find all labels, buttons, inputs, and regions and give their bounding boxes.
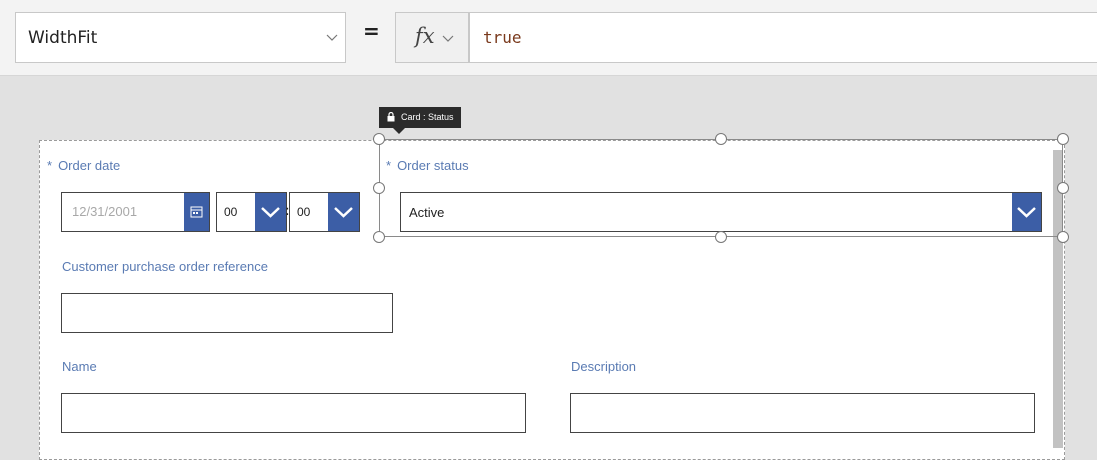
resize-handle-left[interactable] [373,182,385,194]
name-label: Name [62,359,97,374]
form-scrollbar[interactable] [1053,150,1063,448]
formula-text: true [483,28,522,47]
chevron-down-icon [1017,207,1036,218]
description-input[interactable] [570,393,1035,433]
order-date-label-text: Order date [58,158,121,173]
chevron-down-icon [261,207,280,218]
order-status-value: Active [409,205,445,220]
hour-dropdown[interactable]: 00 [216,192,287,232]
fx-button[interactable]: fx [395,12,469,63]
formula-bar: WidthFit = fx true [0,0,1097,76]
chevron-down-icon [442,35,454,42]
minute-value: 00 [297,205,311,219]
minute-dropdown-button[interactable] [328,193,359,231]
order-status-dropdown-button[interactable] [1012,193,1041,231]
formula-input[interactable]: true [469,12,1097,63]
resize-handle-top[interactable] [715,133,727,145]
resize-handle-bottom-right[interactable] [1057,231,1069,243]
customer-po-input[interactable] [61,293,393,333]
hour-value: 00 [224,205,238,219]
fx-icon: fx [415,24,435,48]
lock-icon [387,112,395,122]
calendar-button[interactable] [184,193,209,231]
description-label: Description [571,359,637,374]
calendar-icon [190,206,203,218]
name-input[interactable] [61,393,526,433]
date-placeholder: 12/31/2001 [72,204,138,219]
order-status-dropdown[interactable]: Active [400,192,1042,232]
resize-handle-bottom-left[interactable] [373,231,385,243]
card-tooltip: Card : Status [379,107,461,134]
order-status-label: * Order status [386,158,469,173]
required-marker: * [47,158,53,173]
minute-dropdown[interactable]: 00 [289,192,360,232]
equals-sign: = [363,19,380,43]
required-marker: * [386,158,392,173]
tooltip-text: Card : Status [401,112,454,122]
property-dropdown[interactable]: WidthFit [15,12,346,63]
chevron-down-icon [326,34,338,41]
resize-handle-right[interactable] [1057,182,1069,194]
resize-handle-top-left[interactable] [373,133,385,145]
chevron-down-icon [334,207,353,218]
resize-handle-bottom[interactable] [715,231,727,243]
date-picker[interactable]: 12/31/2001 [61,192,210,232]
resize-handle-top-right[interactable] [1057,133,1069,145]
hour-dropdown-button[interactable] [255,193,286,231]
order-status-label-text: Order status [397,158,469,173]
customer-po-label: Customer purchase order reference [62,259,268,274]
order-date-label: * Order date [47,158,120,173]
property-value: WidthFit [28,28,98,48]
